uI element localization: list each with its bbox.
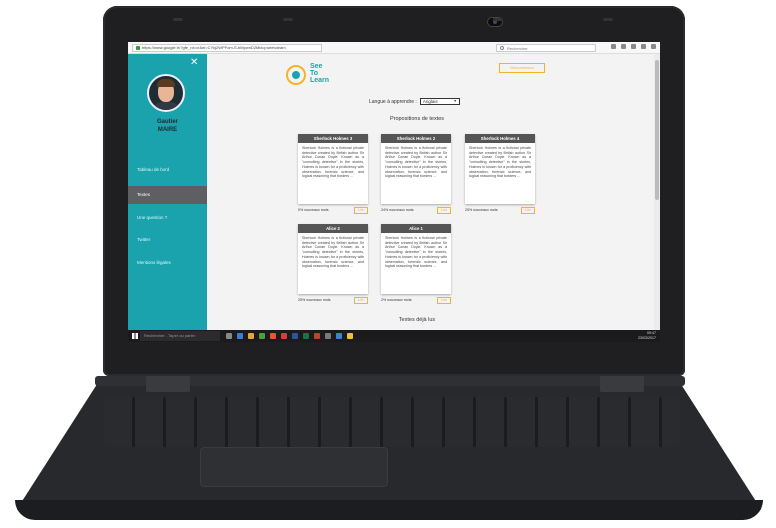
bezel-mark <box>283 18 293 21</box>
card-title: Sherlock Holmes 2 <box>381 134 451 143</box>
text-card[interactable]: Sherlock Holmes 4 Sherlock Holmes is a f… <box>465 134 535 204</box>
folder-icon[interactable] <box>248 333 254 339</box>
card-footer: 25% nouveaux mots Lire <box>465 206 535 214</box>
task-view-icon[interactable] <box>226 333 232 339</box>
logo[interactable]: See To Learn <box>286 62 336 88</box>
card-excerpt: Sherlock Holmes is a fictional private d… <box>469 146 531 179</box>
sidebar-item-dashboard[interactable]: Tableau de bord <box>128 161 207 179</box>
avatar-shirt <box>152 102 180 110</box>
keyboard <box>104 397 680 447</box>
avatar <box>147 74 185 112</box>
card-title: Sherlock Holmes 3 <box>298 134 368 143</box>
user-name: Gautier MAIRE <box>128 118 207 134</box>
new-words-rate: 25% nouveaux mots <box>298 298 331 302</box>
app-icon[interactable] <box>347 333 353 339</box>
read-texts-title: Textes déjà lus <box>398 317 436 323</box>
search-icon <box>500 46 504 50</box>
new-words-rate: 0% nouveaux mots <box>298 208 329 212</box>
excel-icon[interactable] <box>303 333 309 339</box>
lock-icon <box>136 45 140 50</box>
app-icon[interactable] <box>336 333 342 339</box>
sidebar-item-texts[interactable]: Textes <box>128 186 207 204</box>
screen: https://www.google.fr/?gfe_rd=cr&ei=CYkj… <box>128 42 660 342</box>
logo-line-1: See <box>310 63 323 70</box>
sidebar-item-legal[interactable]: Mentions légales <box>128 254 207 272</box>
taskbar: Rechercher - Taper ou parler 09:47 23/03… <box>128 330 660 342</box>
card-excerpt: Sherlock Holmes is a fictional private d… <box>302 146 364 179</box>
close-icon[interactable]: ✕ <box>190 58 198 68</box>
language-select[interactable]: Anglais <box>419 98 460 105</box>
language-label: Langue à apprendre : <box>369 98 417 105</box>
card-excerpt: Sherlock Holmes is a fictional private d… <box>385 146 447 179</box>
taskbar-apps <box>226 333 353 339</box>
app-icon[interactable] <box>325 333 331 339</box>
language-row: Langue à apprendre : Anglais <box>369 98 460 105</box>
card-title: Alice 2 <box>298 224 368 233</box>
proposals-title: Propositions de textes <box>389 116 445 122</box>
card-title: Alice 1 <box>381 224 451 233</box>
logo-text: See To Learn <box>310 63 329 84</box>
browser-search-input[interactable]: Rechercher <box>496 44 596 52</box>
logout-button[interactable]: Déconnexion <box>499 63 545 73</box>
firefox-icon[interactable] <box>270 333 276 339</box>
windows-start-icon[interactable] <box>130 331 140 341</box>
address-bar[interactable]: https://www.google.fr/?gfe_rd=cr&ei=CYkj… <box>132 43 322 52</box>
library-icon[interactable] <box>621 44 626 49</box>
text-card[interactable]: Alice 2 Sherlock Holmes is a fictional p… <box>298 224 368 294</box>
browser-search-placeholder: Rechercher <box>507 46 528 51</box>
edge-icon[interactable] <box>237 333 243 339</box>
bezel-mark <box>173 18 183 21</box>
read-button[interactable]: Lire <box>354 296 368 304</box>
user-last-name: MAIRE <box>157 127 178 133</box>
store-icon[interactable] <box>259 333 265 339</box>
bezel-mark <box>493 18 503 21</box>
new-words-rate: 24% nouveaux mots <box>381 208 414 212</box>
read-button[interactable]: Lire <box>437 296 451 304</box>
read-button[interactable]: Lire <box>354 206 368 214</box>
sidebar-item-twitter[interactable]: Twitter <box>128 231 207 249</box>
main-content: See To Learn Déconnexion Langue à appren… <box>207 54 653 330</box>
touchpad <box>200 447 388 487</box>
text-card[interactable]: Sherlock Holmes 2 Sherlock Holmes is a f… <box>381 134 451 204</box>
menu-icon[interactable] <box>651 44 656 49</box>
sidebar: ✕ Gautier MAIRE Tableau de bord Textes U… <box>128 54 207 330</box>
card-footer: 2% nouveaux mots Lire <box>381 296 451 304</box>
text-card[interactable]: Alice 1 Sherlock Holmes is a fictional p… <box>381 224 451 294</box>
clock-date: 23/03/2017 <box>638 336 656 340</box>
card-footer: 24% nouveaux mots Lire <box>381 206 451 214</box>
taskbar-clock[interactable]: 09:47 23/03/2017 <box>638 331 656 341</box>
page-scrollbar[interactable] <box>654 54 660 330</box>
logo-line-3: Learn <box>310 77 330 84</box>
new-words-rate: 25% nouveaux mots <box>465 208 498 212</box>
powerpoint-icon[interactable] <box>314 333 320 339</box>
read-button[interactable]: Lire <box>521 206 535 214</box>
laptop-front-edge <box>15 500 763 520</box>
eye-logo-icon <box>286 65 306 85</box>
url-text: https://www.google.fr/?gfe_rd=cr&ei=CYkj… <box>142 45 286 50</box>
taskbar-search[interactable]: Rechercher - Taper ou parler <box>140 331 220 341</box>
text-card[interactable]: Sherlock Holmes 3 Sherlock Holmes is a f… <box>298 134 368 204</box>
browser-toolbar-icons <box>611 44 656 49</box>
download-icon[interactable] <box>631 44 636 49</box>
scrollbar-thumb[interactable] <box>655 60 659 200</box>
logo-line-2: To <box>310 70 319 77</box>
card-excerpt: Sherlock Holmes is a fictional private d… <box>385 236 447 269</box>
word-icon[interactable] <box>292 333 298 339</box>
read-button[interactable]: Lire <box>437 206 451 214</box>
card-title: Sherlock Holmes 4 <box>465 134 535 143</box>
sidebar-item-question[interactable]: Une question ? <box>128 209 207 227</box>
bezel-mark <box>603 18 613 21</box>
card-footer: 25% nouveaux mots Lire <box>298 296 368 304</box>
card-footer: 0% nouveaux mots Lire <box>298 206 368 214</box>
user-first-name: Gautier <box>156 119 178 125</box>
card-excerpt: Sherlock Holmes is a fictional private d… <box>302 236 364 269</box>
new-words-rate: 2% nouveaux mots <box>381 298 412 302</box>
star-icon[interactable] <box>611 44 616 49</box>
home-icon[interactable] <box>641 44 646 49</box>
app-icon[interactable] <box>281 333 287 339</box>
avatar-hair <box>157 79 175 87</box>
